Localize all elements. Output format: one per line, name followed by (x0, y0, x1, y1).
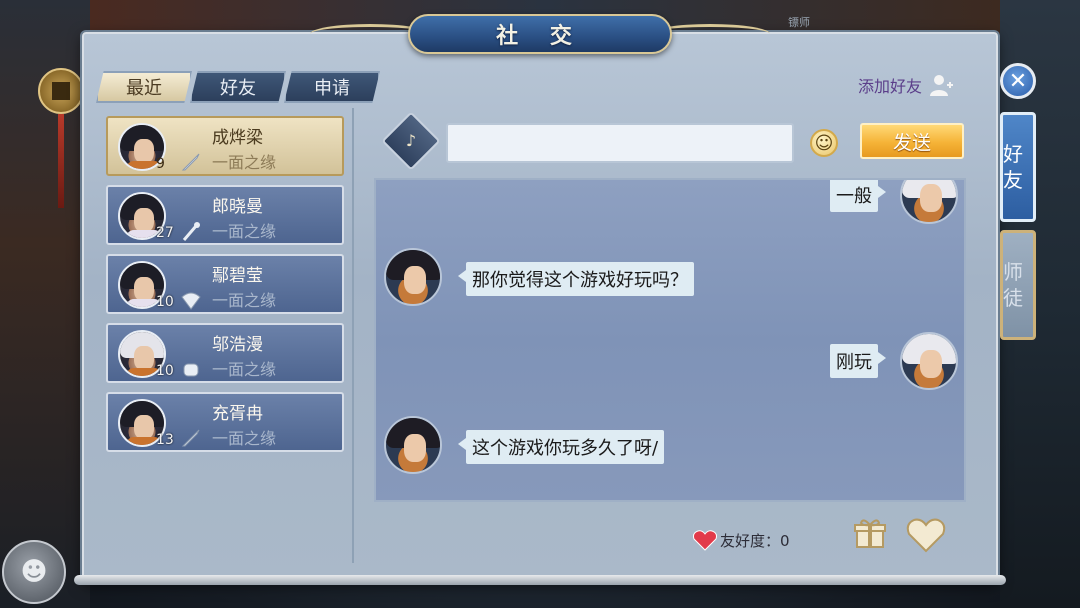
sword-class-icon (181, 153, 200, 171)
tab-requests[interactable]: 申请 (284, 71, 380, 103)
chat-message: 那你觉得这个游戏好玩吗？ (458, 262, 694, 296)
friend-list-item[interactable]: 27 郎晓曼 一面之缘 (106, 185, 344, 245)
send-button[interactable]: 发送 (860, 123, 964, 159)
friend-name: 鄢碧莹 (212, 266, 263, 286)
fan-class-icon (181, 292, 201, 310)
scroll-rod (74, 575, 1006, 585)
tab-recent[interactable]: 最近 (96, 71, 192, 103)
friend-level: 9 (156, 156, 165, 172)
friend-list-item[interactable]: 10 邬浩漫 一面之缘 (106, 323, 344, 383)
friend-list: 9 成烨梁 一面之缘 27 郎晓曼 一面之缘 10 鄢碧莹 一面之缘 10 邬浩… (100, 108, 354, 563)
friend-list-item[interactable]: 10 鄢碧莹 一面之缘 (106, 254, 344, 314)
friend-level: 10 (156, 363, 174, 379)
coin-ornament (38, 68, 84, 114)
friend-list-item[interactable]: 9 成烨梁 一面之缘 (106, 116, 344, 176)
fist-class-icon (183, 363, 199, 377)
add-friend-button[interactable]: 添加好友 (858, 72, 954, 98)
social-tabs: 最近 好友 申请 (96, 71, 380, 103)
chat-message: 一般 (830, 180, 886, 212)
chat-message: 刚玩 (830, 344, 886, 378)
title-plate: 社 交 (408, 14, 672, 54)
affinity-label: 友好度：0 (720, 531, 790, 550)
friend-relation: 一面之缘 (212, 222, 277, 241)
avatar (900, 180, 958, 224)
gift-icon[interactable] (853, 517, 887, 551)
chat-message: 这个游戏你玩多久了呀/ (457, 430, 665, 464)
friend-name: 成烨梁 (212, 128, 263, 148)
friend-level: 10 (156, 294, 174, 310)
staff-class-icon (182, 222, 200, 241)
side-tab-mentor[interactable]: 师徒 (1000, 230, 1036, 340)
side-tab-friends[interactable]: 好友 (1000, 112, 1036, 222)
friend-relation: 一面之缘 (212, 429, 277, 448)
affinity-display: 友好度：0 (692, 529, 790, 551)
background-label: 镖师 (788, 16, 810, 29)
avatar (384, 416, 442, 474)
heart-icon (693, 530, 717, 551)
send-affinity-heart-icon[interactable] (906, 517, 946, 553)
chat-input[interactable] (446, 123, 794, 163)
friend-list-item[interactable]: 13 充胥冉 一面之缘 (106, 392, 344, 452)
close-icon[interactable]: ✕ (1000, 63, 1036, 99)
avatar (900, 332, 958, 390)
friend-level: 27 (156, 225, 174, 241)
friend-name: 充胥冉 (212, 404, 263, 424)
chat-history[interactable]: 一般 那你觉得这个游戏好玩吗？ 刚玩 这个游戏你玩多久了呀/ (374, 178, 966, 502)
friend-relation: 一面之缘 (212, 153, 277, 172)
character-menu-button[interactable]: ☻ (2, 540, 66, 604)
tab-friends[interactable]: 好友 (190, 71, 286, 103)
avatar (384, 248, 442, 306)
voice-icon: ♪ (405, 131, 417, 150)
friend-relation: 一面之缘 (212, 360, 277, 379)
emoji-icon[interactable]: ☺ (810, 129, 838, 157)
sword-class-icon (181, 429, 200, 447)
page-title: 社 交 (496, 23, 584, 49)
friend-name: 邬浩漫 (212, 335, 263, 355)
add-friend-icon (930, 75, 954, 96)
friend-level: 13 (156, 432, 174, 448)
friend-name: 郎晓曼 (212, 197, 263, 217)
tassel-ornament (58, 114, 64, 208)
add-friend-label: 添加好友 (858, 77, 923, 96)
friend-relation: 一面之缘 (212, 291, 277, 310)
